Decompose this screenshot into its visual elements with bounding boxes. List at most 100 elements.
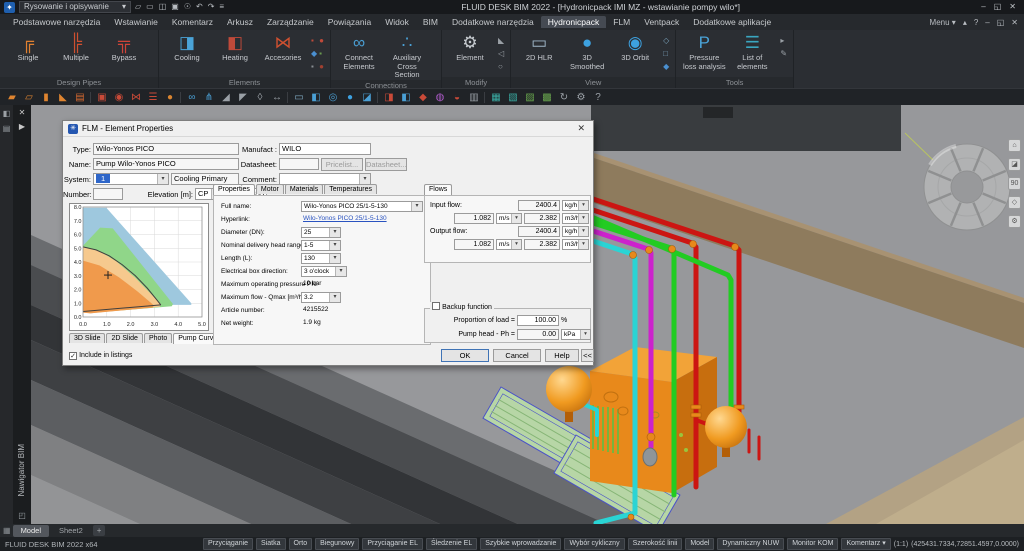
status-toggle-button[interactable]: Siatka: [256, 538, 285, 550]
property-tab[interactable]: Motor: [256, 184, 284, 194]
output-mass-flow-field[interactable]: 2400.4: [518, 226, 560, 237]
viewport-control-button[interactable]: ◪: [1008, 158, 1021, 171]
status-toggle-button[interactable]: Biegunowy: [315, 538, 359, 550]
toolbar-icon[interactable]: ↔: [270, 89, 284, 106]
status-toggle-button[interactable]: Szerokość linii: [628, 538, 683, 550]
property-value[interactable]: Wilo-Yonos PICO 25/1-5-130: [301, 201, 423, 212]
ribbon-button[interactable]: ╦ Bypass: [102, 32, 146, 63]
expand-panel-icon[interactable]: ▶: [13, 122, 31, 131]
ribbon-tab[interactable]: Widok: [378, 16, 416, 28]
property-tab[interactable]: Materials: [285, 184, 323, 194]
status-toggle-button[interactable]: Orto: [289, 538, 313, 550]
toolbar-icon[interactable]: ∞: [185, 89, 199, 106]
help-button[interactable]: Help: [545, 349, 579, 362]
ribbon-tab[interactable]: Zarządzanie: [260, 16, 321, 28]
qat-icon[interactable]: ◫: [159, 0, 167, 14]
status-toggle-button[interactable]: Przyciąganie: [203, 538, 253, 550]
ribbon-button[interactable]: ◉ 3D Orbit: [613, 32, 657, 71]
toolbar-icon[interactable]: ▥: [467, 89, 481, 106]
menubar-right-item[interactable]: ▴: [963, 18, 967, 27]
toolbar-icon[interactable]: ▦: [489, 89, 503, 106]
flows-tab[interactable]: Flows: [424, 184, 452, 195]
property-value[interactable]: 1-5: [301, 240, 341, 251]
ribbon-mini-icon[interactable]: ▪: [311, 34, 317, 47]
preview-tab[interactable]: 2D Slide: [106, 333, 142, 343]
pricelist-button[interactable]: Pricelist...: [321, 158, 363, 171]
toolbar-icon[interactable]: ▧: [506, 89, 520, 106]
toolbar-icon[interactable]: ◧: [399, 89, 413, 106]
output-mass-unit-select[interactable]: kg/h: [562, 226, 589, 237]
ribbon-mini-icon[interactable]: ◆: [311, 47, 317, 60]
toolbar-icon[interactable]: ⚙: [574, 89, 588, 106]
toolbar-icon[interactable]: ◪: [360, 89, 374, 106]
input-volume-flow-field[interactable]: 2.382: [524, 213, 560, 224]
toolbar-icon[interactable]: ☰: [146, 89, 160, 106]
ribbon-button[interactable]: ╠ Multiple: [54, 32, 98, 63]
output-volume-flow-field[interactable]: 2.382: [524, 239, 560, 250]
qat-icon[interactable]: ☉: [184, 0, 191, 14]
ribbon-button[interactable]: ▭ 2D HLR: [517, 32, 561, 71]
property-value[interactable]: 3 o'clock: [301, 266, 347, 277]
viewport-control-button[interactable]: 90: [1008, 177, 1021, 190]
output-velocity-unit-select[interactable]: m/s: [496, 239, 522, 250]
toolbar-icon[interactable]: ◢: [219, 89, 233, 106]
ribbon-mini-icon[interactable]: ▪: [319, 47, 324, 60]
status-toggle-button[interactable]: Przyciąganie EL: [362, 538, 423, 550]
status-toggle-button[interactable]: Wybór cykliczny: [564, 538, 624, 550]
ribbon-mini-icon[interactable]: ▪: [311, 60, 317, 73]
ribbon-button[interactable]: P Pressure loss analysis: [682, 32, 726, 71]
toolbar-icon[interactable]: ◣: [56, 89, 70, 106]
window-control-button[interactable]: ✕: [1005, 0, 1020, 14]
input-velocity-unit-select[interactable]: m/s: [496, 213, 522, 224]
palette-icon[interactable]: ◧: [3, 109, 11, 118]
window-control-button[interactable]: ◱: [990, 0, 1006, 14]
pump-head-unit-select[interactable]: kPa: [561, 329, 591, 340]
status-toggle-button[interactable]: Śledzenie EL: [426, 538, 477, 550]
menubar-right-item[interactable]: ✕: [1011, 18, 1018, 27]
toolbar-icon[interactable]: ▤: [73, 89, 87, 106]
toolbar-icon[interactable]: ◎: [326, 89, 340, 106]
comment-mode-dropdown[interactable]: Komentarz ▾: [841, 538, 890, 550]
qat-icon[interactable]: ▣: [171, 0, 179, 14]
menubar-right-item[interactable]: ◱: [997, 18, 1005, 27]
toolbar-icon[interactable]: [484, 92, 486, 103]
toolbar-icon[interactable]: ▱: [22, 89, 36, 106]
ribbon-tab[interactable]: Komentarz: [165, 16, 220, 28]
ribbon-button[interactable]: ∞ Connect Elements: [337, 32, 381, 80]
status-toggle-button[interactable]: Szybkie wprowadzanie: [480, 538, 561, 550]
ribbon-mini-icon[interactable]: ●: [319, 60, 324, 73]
toolbar-icon[interactable]: ▨: [523, 89, 537, 106]
menubar-right-item[interactable]: Menu ▾: [930, 18, 956, 27]
toolbar-icon[interactable]: ?: [591, 89, 605, 106]
window-control-button[interactable]: –: [977, 0, 989, 14]
close-icon[interactable]: ✕: [13, 108, 31, 117]
datasheet-field[interactable]: [279, 158, 319, 170]
ribbon-tab[interactable]: Dodatkowe aplikacje: [686, 16, 778, 28]
ribbon-button[interactable]: ● 3D Smoothed: [565, 32, 609, 71]
ribbon-tab[interactable]: Dodatkowe narzędzia: [445, 16, 541, 28]
output-velocity-field[interactable]: 1.082: [454, 239, 494, 250]
property-value[interactable]: 130: [301, 253, 341, 264]
ribbon-mini-icon[interactable]: ✎: [780, 47, 787, 60]
ok-button[interactable]: OK: [441, 349, 489, 362]
proportion-of-load-field[interactable]: 100.00: [517, 315, 559, 326]
toolbar-icon[interactable]: [90, 92, 92, 103]
collapse-button[interactable]: <<: [581, 349, 594, 362]
property-value[interactable]: Wilo-Yonos PICO 25/1-5-130: [301, 214, 423, 225]
ribbon-mini-icon[interactable]: ◇: [663, 34, 669, 47]
status-toggle-button[interactable]: Monitor KOM: [787, 538, 838, 550]
qat-icon[interactable]: ↶: [196, 0, 203, 14]
ribbon-tab[interactable]: FLM: [606, 16, 637, 28]
property-value[interactable]: 10 bar: [301, 279, 351, 290]
property-tab[interactable]: Properties: [213, 184, 255, 195]
ribbon-tab[interactable]: Podstawowe narzędzia: [6, 16, 107, 28]
menubar-right-item[interactable]: ?: [974, 18, 978, 27]
qat-icon[interactable]: ≡: [219, 0, 224, 14]
close-icon[interactable]: ✕: [574, 123, 588, 134]
ribbon-tab[interactable]: Powiązania: [321, 16, 378, 28]
toolbar-icon[interactable]: ◊: [253, 89, 267, 106]
toolbar-icon[interactable]: ◤: [236, 89, 250, 106]
ribbon-tab[interactable]: BIM: [416, 16, 445, 28]
system-select[interactable]: 1: [93, 173, 169, 185]
menubar-right-item[interactable]: –: [985, 18, 989, 27]
